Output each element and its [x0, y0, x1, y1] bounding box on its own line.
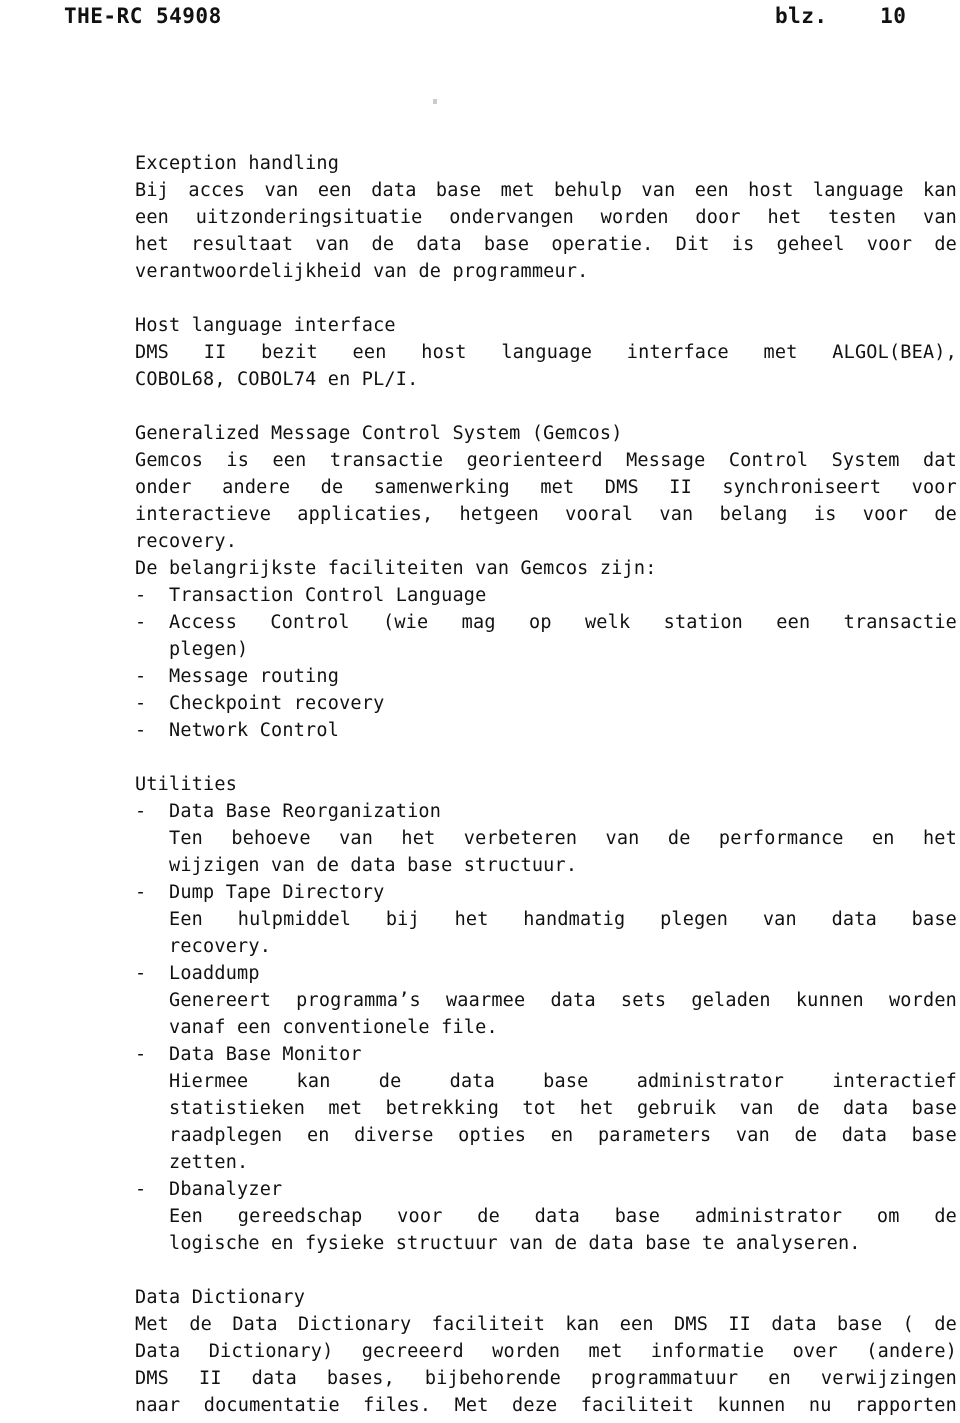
list-item-title: Dbanalyzer [169, 1179, 283, 1200]
bullet-dash-marker: - [135, 720, 147, 741]
scan-speck-artifact [433, 99, 437, 104]
body-line: verantwoordelijkheid van de programmeur. [135, 261, 589, 282]
bullet-dash-marker: - [135, 801, 147, 822]
list-item: - Dbanalyzer [135, 1176, 957, 1203]
list-item: - Transaction Control Language [135, 582, 957, 609]
body-line: DMS II data bases, bijbehorende programm… [135, 1368, 957, 1389]
page-header: THE-RC 54908 blz. 10 [0, 0, 960, 40]
list-item-continuation: logische en fysieke structuur van de dat… [169, 1233, 861, 1254]
list-item-text: Access Control (wie mag op welk station … [169, 612, 957, 633]
list-item-continuation: raadplegen en diverse opties en paramete… [169, 1125, 957, 1146]
list-item-title: Data Base Reorganization [169, 801, 442, 822]
list-item-text: Checkpoint recovery [169, 693, 385, 714]
list-item-continuation: Genereert programma’s waarmee data sets … [169, 990, 957, 1011]
body-line: een uitzonderingsituatie ondervangen wor… [135, 207, 957, 228]
bullet-dash-marker: - [135, 585, 147, 606]
body-line: gegenereerd worden die aangeven: [135, 1419, 957, 1423]
list-item-continuation: wijzigen van de data base structuur. [169, 855, 578, 876]
body-line: het resultaat van de data base operatie.… [135, 234, 957, 255]
list-item-continuation: plegen) [169, 639, 249, 660]
list-item-continuation: Ten behoeve van het verbeteren van de pe… [169, 828, 957, 849]
list-item-continuation: vanaf een conventionele file. [169, 1017, 498, 1038]
list-item-title: Data Base Monitor [169, 1044, 362, 1065]
list-item-continuation: Een hulpmiddel bij het handmatig plegen … [169, 909, 957, 930]
list-item: - Dump Tape Directory [135, 879, 957, 906]
bullet-dash-marker: - [135, 882, 147, 903]
list-item-continuation: Een gereedschap voor de data base admini… [169, 1206, 957, 1227]
bullet-dash-marker: - [135, 612, 147, 633]
list-item: - Data Base Reorganization [135, 798, 957, 825]
body-line: naar documentatie files. Met deze facili… [135, 1395, 957, 1416]
list-item-title: Loaddump [169, 963, 260, 984]
body-line: recovery. [135, 531, 238, 552]
section-heading-exception-handling: Exception handling [135, 153, 340, 174]
list-item: - Checkpoint recovery [135, 690, 957, 717]
bullet-dash-marker: - [135, 963, 147, 984]
section-heading-gemcos: Generalized Message Control System (Gemc… [135, 423, 623, 444]
list-item-text: Message routing [169, 666, 340, 687]
list-item-continuation: zetten. [169, 1152, 249, 1173]
section-heading-utilities: Utilities [135, 774, 238, 795]
body-line: De belangrijkste faciliteiten van Gemcos… [135, 558, 657, 579]
list-item: - Network Control [135, 717, 957, 744]
section-heading-host-language-interface: Host language interface [135, 315, 396, 336]
document-body: Exception handling Bij acces van een dat… [135, 150, 957, 1423]
body-line: Bij acces van een data base met behulp v… [135, 180, 957, 201]
list-item-continuation: statistieken met betrekking tot het gebr… [169, 1098, 957, 1119]
body-line: interactieve applicaties, hetgeen vooral… [135, 504, 957, 525]
body-line: DMS II bezit een host language interface… [135, 342, 957, 363]
list-item: - Message routing [135, 663, 957, 690]
list-item-continuation: recovery. [169, 936, 272, 957]
bullet-dash-marker: - [135, 1044, 147, 1065]
list-item-title: Dump Tape Directory [169, 882, 385, 903]
scanned-document-page: THE-RC 54908 blz. 10 Exception handling … [0, 0, 960, 1423]
list-item: - Access Control (wie mag op welk statio… [135, 609, 957, 636]
list-item-text: Transaction Control Language [169, 585, 487, 606]
body-line: Data Dictionary) gecreeerd worden met in… [135, 1341, 957, 1362]
body-line: onder andere de samenwerking met DMS II … [135, 477, 957, 498]
list-item: - Data Base Monitor [135, 1041, 957, 1068]
bullet-dash-marker: - [135, 693, 147, 714]
list-item-text: Network Control [169, 720, 340, 741]
body-line: Met de Data Dictionary faciliteit kan ee… [135, 1314, 957, 1335]
list-item: - Loaddump [135, 960, 957, 987]
body-line: COBOL68, COBOL74 en PL/I. [135, 369, 419, 390]
body-line: Gemcos is een transactie georienteerd Me… [135, 450, 957, 471]
document-identifier: THE-RC 54908 [64, 4, 222, 28]
page-number-label: blz. 10 [775, 4, 907, 28]
bullet-dash-marker: - [135, 666, 147, 687]
bullet-dash-marker: - [135, 1179, 147, 1200]
list-item-continuation: Hiermee kan de data base administrator i… [169, 1071, 957, 1092]
section-heading-data-dictionary: Data Dictionary [135, 1287, 306, 1308]
